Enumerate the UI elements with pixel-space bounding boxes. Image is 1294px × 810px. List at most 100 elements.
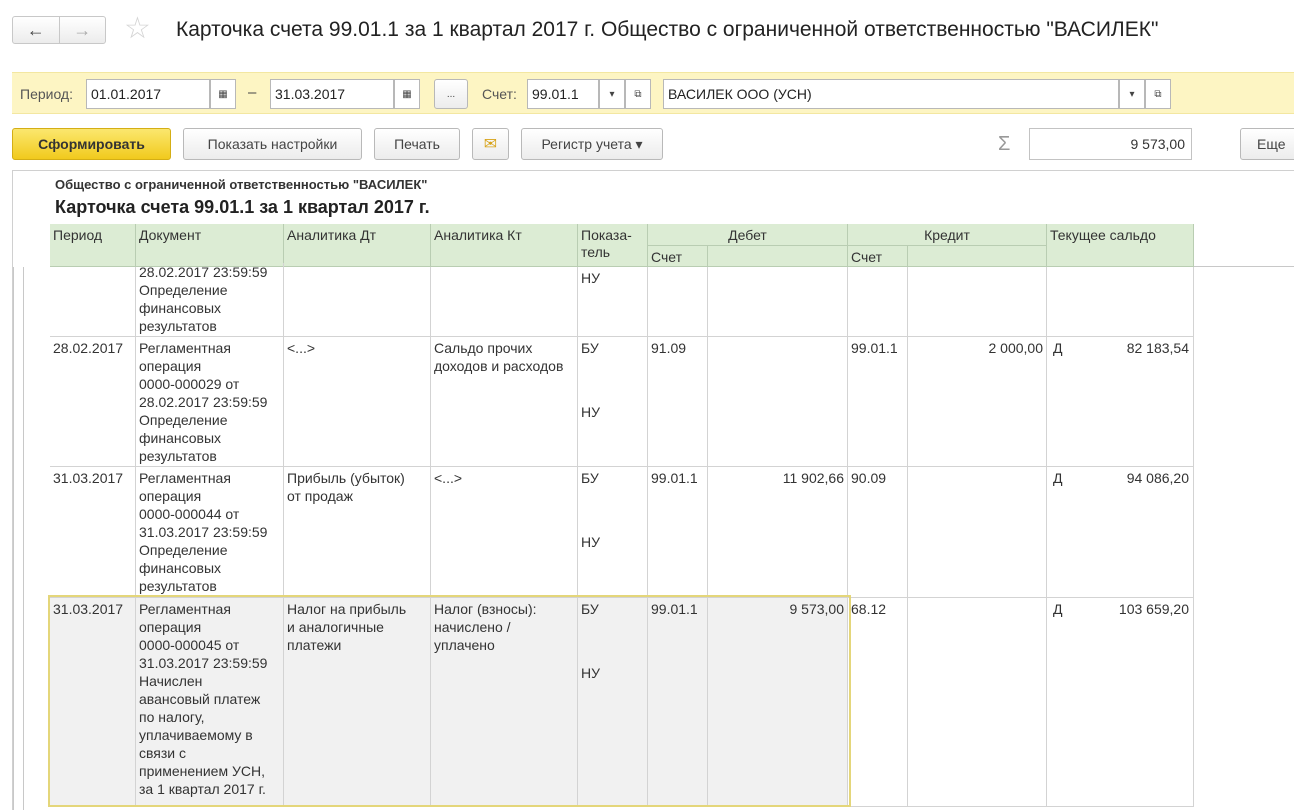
cell-analytics-dt[interactable]: <...> — [284, 337, 431, 467]
header-debit: Дебет — [648, 224, 848, 246]
print-button[interactable]: Печать — [374, 128, 460, 160]
show-settings-button[interactable]: Показать настройки — [183, 128, 362, 160]
cell-indicator[interactable]: БУ НУ — [578, 467, 648, 598]
account-dropdown-icon[interactable]: ▾ — [599, 79, 625, 109]
generate-button[interactable]: Сформировать — [12, 128, 171, 160]
indicator-bu: БУ — [581, 340, 599, 356]
cell-analytics-kt[interactable]: Сальдо прочих доходов и расходов — [431, 337, 578, 467]
cell-balance[interactable] — [1047, 267, 1194, 337]
period-select-button[interactable]: ... — [434, 79, 468, 109]
indicator-nu: НУ — [581, 665, 601, 681]
calendar-from-icon[interactable]: ▦ — [210, 79, 236, 109]
date-from-field[interactable]: 01.01.2017 — [86, 79, 210, 109]
register-button[interactable]: Регистр учета ▾ — [521, 128, 663, 160]
cell-analytics-dt[interactable]: Прибыль (убыток) от продаж — [284, 467, 431, 598]
cell-credit-account[interactable]: 99.01.1 — [848, 337, 908, 467]
cell-document[interactable]: 28.02.2017 23:59:59 Определение финансов… — [136, 263, 284, 337]
account-open-icon[interactable]: ⧉ — [625, 79, 651, 109]
account-label: Счет: — [482, 86, 517, 102]
header-credit: Кредит — [848, 224, 1047, 246]
cell-credit-amount[interactable]: 2 000,00 — [908, 337, 1047, 467]
indicator-nu: НУ — [581, 404, 601, 420]
cell-indicator[interactable]: НУ — [578, 267, 648, 337]
balance-amount: 103 659,20 — [1118, 601, 1189, 617]
header-period: Период — [50, 224, 136, 267]
header-credit-amount — [908, 246, 1047, 267]
report-title: Карточка счета 99.01.1 за 1 квартал 2017… — [55, 197, 430, 217]
title-bar: ← → ☆ Карточка счета 99.01.1 за 1 кварта… — [0, 0, 1294, 62]
organization-field[interactable]: ВАСИЛЕК ООО (УСН) — [663, 79, 1119, 109]
balance-side: Д — [1053, 601, 1063, 617]
mail-icon[interactable]: ✉ — [472, 128, 509, 160]
cell-credit-account[interactable]: 68.12 — [848, 598, 908, 807]
more-button[interactable]: Еще — [1240, 128, 1294, 160]
cell-credit-account[interactable]: 90.09 — [848, 467, 908, 598]
cell-analytics-dt[interactable]: Налог на прибыль и аналогичные платежи — [284, 598, 431, 807]
cell-document[interactable]: Регламентная операция 0000-000029 от 28.… — [136, 337, 284, 467]
period-label: Период: — [20, 86, 73, 102]
indicator-nu: НУ — [581, 534, 601, 550]
parameters-bar: Период: 01.01.2017 ▦ – 31.03.2017 ▦ ... … — [12, 72, 1294, 114]
cell-indicator[interactable]: БУ НУ — [578, 598, 648, 807]
account-field[interactable]: 99.01.1 — [527, 79, 599, 109]
indicator-bu: НУ — [581, 270, 601, 286]
sigma-icon: Σ — [998, 133, 1011, 155]
back-arrow-icon[interactable]: ← — [13, 17, 59, 43]
selected-sum-field: 9 573,00 — [1029, 128, 1192, 160]
header-divider — [1194, 266, 1294, 267]
cell-debit-amount[interactable] — [708, 337, 848, 467]
forward-arrow-icon[interactable]: → — [58, 17, 106, 43]
balance-side: Д — [1053, 470, 1063, 486]
organization-open-icon[interactable]: ⧉ — [1145, 79, 1171, 109]
report-area: Общество с ограниченной ответственностью… — [12, 170, 1294, 810]
cell-period[interactable]: 31.03.2017 — [50, 467, 136, 598]
cell-balance[interactable]: Д 103 659,20 — [1047, 598, 1194, 807]
cell-period[interactable]: 31.03.2017 — [50, 598, 136, 807]
group-gutter-line — [23, 267, 24, 810]
navigation-buttons: ← → — [12, 16, 106, 44]
cell-document[interactable]: Регламентная операция 0000-000045 от 31.… — [136, 598, 284, 807]
header-analytics-dt: Аналитика Дт — [284, 224, 431, 267]
cell-credit-amount[interactable] — [908, 598, 1047, 807]
balance-amount: 94 086,20 — [1126, 470, 1189, 486]
calendar-to-icon[interactable]: ▦ — [394, 79, 420, 109]
window-title: Карточка счета 99.01.1 за 1 квартал 2017… — [176, 18, 1159, 41]
cell-debit-amount[interactable]: 9 573,00 — [708, 598, 848, 807]
cell-debit-account[interactable]: 99.01.1 — [648, 467, 708, 598]
header-debit-amount — [708, 246, 848, 267]
cell-analytics-kt[interactable]: Налог (взносы): начислено / уплачено — [431, 598, 578, 807]
cell-balance[interactable]: Д 82 183,54 — [1047, 337, 1194, 467]
cell-debit-account[interactable]: 91.09 — [648, 337, 708, 467]
balance-side: Д — [1053, 340, 1063, 356]
header-document: Документ — [136, 224, 284, 267]
indicator-bu: БУ — [581, 470, 599, 486]
cell-indicator[interactable]: БУ НУ — [578, 337, 648, 467]
cell-credit-amount[interactable] — [908, 267, 1047, 337]
cell-credit-amount[interactable] — [908, 467, 1047, 598]
date-to-field[interactable]: 31.03.2017 — [270, 79, 394, 109]
indicator-bu: БУ — [581, 601, 599, 617]
report-organization: Общество с ограниченной ответственностью… — [55, 177, 428, 192]
cell-debit-account[interactable]: 99.01.1 — [648, 598, 708, 807]
period-dash: – — [248, 84, 257, 101]
balance-amount: 82 183,54 — [1126, 340, 1189, 356]
organization-dropdown-icon[interactable]: ▾ — [1119, 79, 1145, 109]
favorite-star-icon[interactable]: ☆ — [124, 12, 151, 46]
group-gutter-line — [13, 267, 14, 810]
cell-balance[interactable]: Д 94 086,20 — [1047, 467, 1194, 598]
header-balance: Текущее сальдо — [1047, 224, 1194, 267]
cell-analytics-dt[interactable] — [284, 267, 431, 337]
header-analytics-kt: Аналитика Кт — [431, 224, 578, 267]
cell-credit-account[interactable] — [848, 267, 908, 337]
header-indicator: Показа- тель — [578, 224, 648, 267]
header-credit-account: Счет — [848, 246, 908, 267]
cell-debit-account[interactable] — [648, 267, 708, 337]
cell-analytics-kt[interactable] — [431, 267, 578, 337]
cell-debit-amount[interactable] — [708, 267, 848, 337]
cell-period[interactable]: 28.02.2017 — [50, 337, 136, 467]
cell-debit-amount[interactable]: 11 902,66 — [708, 467, 848, 598]
cell-document[interactable]: Регламентная операция 0000-000044 от 31.… — [136, 467, 284, 598]
cell-period[interactable] — [50, 267, 136, 337]
header-debit-account: Счет — [648, 246, 708, 267]
cell-analytics-kt[interactable]: <...> — [431, 467, 578, 598]
